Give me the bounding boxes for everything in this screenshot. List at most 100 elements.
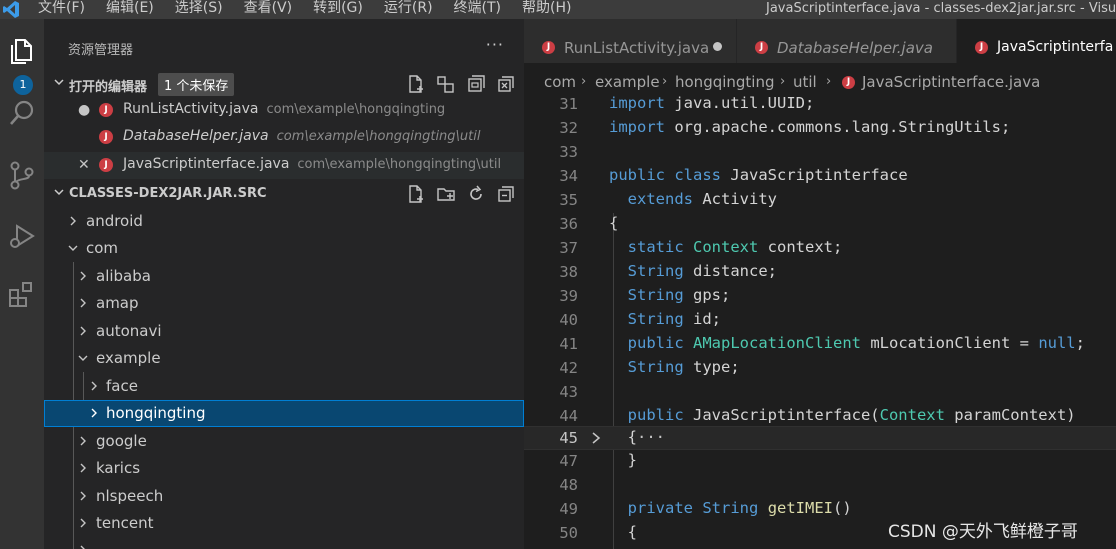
tree-folder-google[interactable]: google xyxy=(44,428,524,455)
unsaved-dot-icon[interactable] xyxy=(713,42,722,51)
code-text: public class JavaScriptinterface xyxy=(609,166,908,184)
more-actions-button[interactable]: ··· xyxy=(486,35,504,54)
breadcrumb-hongqingting[interactable]: hongqingting xyxy=(675,73,775,91)
java-file-icon: J xyxy=(542,41,555,54)
code-line: 48 xyxy=(524,474,1116,498)
open-editor-path: com\example\hongqingting\util xyxy=(276,129,481,144)
line-number: 50 xyxy=(559,524,578,542)
tree-folder-android[interactable]: android xyxy=(44,208,524,235)
menu-run[interactable]: 运行(R) xyxy=(384,0,433,19)
tree-label: amap xyxy=(96,294,139,312)
explorer-activity-button[interactable] xyxy=(0,31,44,75)
vscode-logo-icon xyxy=(2,0,20,19)
project-header[interactable]: CLASSES-DEX2JAR.JAR.SRC xyxy=(44,181,524,207)
unsaved-badge: 1 个未保存 xyxy=(158,73,235,96)
tree-folder-nlspeech[interactable]: nlspeech xyxy=(44,483,524,510)
code-text: String gps; xyxy=(627,286,731,304)
line-number: 36 xyxy=(559,215,578,233)
menu-help[interactable]: 帮助(H) xyxy=(522,0,571,19)
run-debug-icon xyxy=(7,221,37,255)
collapse-all-icon[interactable] xyxy=(496,184,516,204)
window-title: JavaScriptinterface.java - classes-dex2j… xyxy=(766,1,1116,16)
save-all-icon[interactable] xyxy=(466,74,486,94)
project-label: CLASSES-DEX2JAR.JAR.SRC xyxy=(69,186,267,201)
breadcrumb-file[interactable]: JavaScriptinterface.java xyxy=(862,73,1040,91)
source-control-activity-button[interactable] xyxy=(0,155,44,199)
tab-javascriptinterface[interactable]: J JavaScriptinterfa xyxy=(957,19,1116,63)
refresh-icon[interactable] xyxy=(466,184,486,204)
explorer-sidebar: 资源管理器 ··· 打开的编辑器 1 个未保存 ● J RunListActiv… xyxy=(44,19,524,549)
new-file-icon[interactable] xyxy=(406,184,426,204)
close-all-editors-icon[interactable] xyxy=(496,74,516,94)
close-icon[interactable]: ✕ xyxy=(78,158,92,172)
code-editor[interactable]: 31 import java.util.UUID; 32 import org.… xyxy=(524,93,1116,549)
run-debug-activity-button[interactable] xyxy=(0,216,44,260)
open-editors-header[interactable]: 打开的编辑器 1 个未保存 xyxy=(44,71,524,97)
open-editor-item-active[interactable]: ✕ J JavaScriptinterface.java com\example\… xyxy=(44,152,524,179)
tree-folder-hongqingting[interactable]: hongqingting xyxy=(44,400,524,427)
tree-folder-karics[interactable]: karics xyxy=(44,455,524,482)
tree-folder-amap[interactable]: amap xyxy=(44,290,524,317)
tree-label: example xyxy=(96,349,161,367)
tree-folder-alibaba[interactable]: alibaba xyxy=(44,263,524,290)
tree-folder-example[interactable]: example xyxy=(44,345,524,372)
tree-folder-face[interactable]: face xyxy=(44,373,524,400)
line-number: 39 xyxy=(559,287,578,305)
breadcrumb-util[interactable]: util xyxy=(793,73,817,91)
chevron-down-icon xyxy=(54,189,64,196)
menu-terminal[interactable]: 终端(T) xyxy=(454,0,501,19)
tree-label: com xyxy=(86,239,119,257)
filename-text: JavaScriptinterface.java xyxy=(123,156,290,172)
files-icon xyxy=(7,36,37,70)
tab-runlistactivity[interactable]: J RunListActivity.java xyxy=(524,19,737,63)
menu-go[interactable]: 转到(G) xyxy=(313,0,363,19)
code-line: 39 String gps; xyxy=(524,285,1116,309)
open-editor-filename: DatabaseHelper.java com\example\hongqingt… xyxy=(123,128,480,144)
extensions-activity-button[interactable] xyxy=(0,274,44,318)
new-folder-icon[interactable] xyxy=(436,184,456,204)
search-activity-button[interactable] xyxy=(0,93,44,137)
code-text: String id; xyxy=(627,310,721,328)
java-file-icon: J xyxy=(842,76,855,89)
java-file-icon: J xyxy=(975,41,988,54)
tree-folder-com[interactable]: com xyxy=(44,235,524,262)
breadcrumb-com[interactable]: com xyxy=(544,73,576,91)
breadcrumb-example[interactable]: example xyxy=(595,73,660,91)
tree-label: autonavi xyxy=(96,322,162,340)
tree-folder-partial[interactable] xyxy=(44,537,524,549)
unsaved-dot-icon[interactable]: ● xyxy=(78,103,92,117)
menu-edit[interactable]: 编辑(E) xyxy=(106,0,154,19)
fold-chevron-right-icon[interactable] xyxy=(590,431,602,445)
code-text: public AMapLocationClient mLocationClien… xyxy=(627,334,1085,352)
chevron-right-icon xyxy=(80,518,86,528)
source-control-icon xyxy=(7,160,37,194)
search-icon xyxy=(7,98,37,132)
tree-label: nlspeech xyxy=(96,487,164,505)
line-number: 45 xyxy=(559,429,578,447)
code-text: { xyxy=(609,214,619,232)
new-untitled-file-icon[interactable] xyxy=(406,74,426,94)
menu-selection[interactable]: 选择(S) xyxy=(175,0,223,19)
open-editor-filename: RunListActivity.java com\example\hongqing… xyxy=(123,101,445,117)
tree-folder-tencent[interactable]: tencent xyxy=(44,510,524,537)
tree-label: face xyxy=(106,377,138,395)
code-text: static Context context; xyxy=(627,238,843,256)
tab-databasehelper[interactable]: J DatabaseHelper.java xyxy=(737,19,957,63)
line-number: 40 xyxy=(559,311,578,329)
chevron-down-icon xyxy=(54,79,64,86)
menu-view[interactable]: 查看(V) xyxy=(244,0,293,19)
tree-folder-autonavi[interactable]: autonavi xyxy=(44,318,524,345)
menu-file[interactable]: 文件(F) xyxy=(38,0,85,19)
open-editor-item[interactable]: J DatabaseHelper.java com\example\hongqin… xyxy=(44,124,524,151)
code-line: 38 String distance; xyxy=(524,261,1116,285)
code-text: import org.apache.commons.lang.StringUti… xyxy=(609,118,1011,136)
toggle-vertical-layout-icon[interactable] xyxy=(436,74,456,94)
java-file-icon: J xyxy=(99,158,113,172)
chevron-right-icon xyxy=(91,408,97,418)
code-text: {··· xyxy=(609,428,665,446)
code-line: 32 import org.apache.commons.lang.String… xyxy=(524,117,1116,141)
line-number: 31 xyxy=(559,95,578,113)
tab-label: JavaScriptinterfa xyxy=(997,39,1114,55)
open-editor-item[interactable]: ● J RunListActivity.java com\example\hong… xyxy=(44,97,524,124)
code-line-current: 45 {··· xyxy=(524,426,1116,450)
